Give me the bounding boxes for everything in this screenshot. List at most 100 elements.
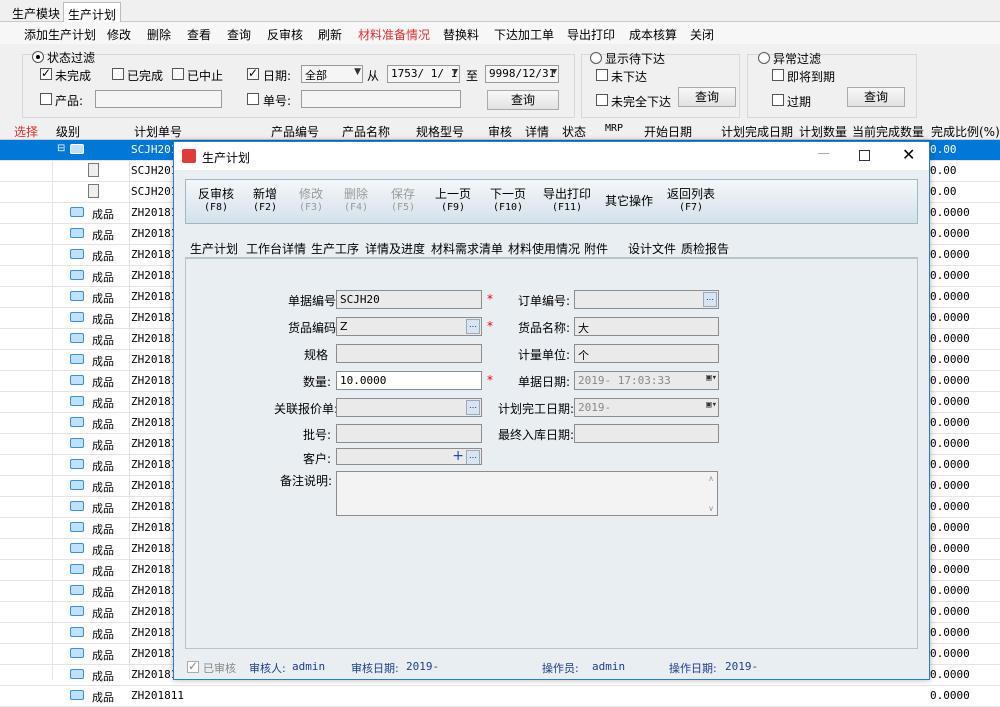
prev-page-button[interactable]: 上一页 (F9) — [435, 188, 471, 214]
spec-field[interactable] — [336, 344, 482, 363]
query-button[interactable]: 查询 — [487, 90, 559, 110]
col-product-name[interactable]: 产品名称 — [342, 123, 390, 140]
edit-button[interactable]: 修改 — [107, 26, 131, 43]
other-ops-button[interactable]: 其它操作 — [605, 195, 653, 208]
overdue-checkbox[interactable] — [772, 94, 784, 106]
goods-name-field[interactable]: 大 — [574, 317, 719, 336]
col-status[interactable]: 状态 — [562, 123, 586, 140]
refresh-button[interactable]: 刷新 — [318, 26, 342, 43]
unit-field[interactable]: 个 — [574, 344, 719, 363]
tab-production-plan[interactable]: 生产计划 — [190, 240, 238, 257]
near-due-checkbox[interactable] — [772, 69, 784, 81]
pending-query-button[interactable]: 查询 — [678, 87, 736, 107]
order-no-input[interactable] — [301, 90, 461, 108]
maximize-icon[interactable] — [859, 150, 870, 161]
tab-production-module[interactable]: 生产模块 — [8, 2, 64, 22]
remark-textarea[interactable]: ∧ ∨ — [336, 471, 718, 516]
date-to-picker[interactable]: 9998/12/31 ▼ — [485, 65, 559, 83]
col-audit[interactable]: 审核 — [488, 123, 512, 140]
date-from-picker[interactable]: 1753/ 1/ 1 ▼ — [387, 65, 460, 83]
save-f5-button[interactable]: 保存 (F5) — [391, 188, 415, 214]
order-no-field[interactable]: … — [574, 290, 719, 309]
export-print-f11-button[interactable]: 导出打印 (F11) — [543, 188, 591, 214]
view-button[interactable]: 查看 — [187, 26, 211, 43]
pending-filter-radio[interactable] — [590, 52, 602, 64]
tab-design-files[interactable]: 设计文件 — [628, 240, 676, 257]
finished-checkbox[interactable] — [112, 68, 124, 80]
material-prep-button[interactable]: 材料准备情况 — [358, 26, 430, 43]
replace-material-button[interactable]: 替换料 — [443, 26, 479, 43]
ellipsis-icon[interactable]: … — [466, 400, 480, 415]
btn-key: (F4) — [344, 202, 369, 213]
tab-material-usage[interactable]: 材料使用情况 — [508, 240, 580, 257]
batch-field[interactable] — [336, 424, 482, 443]
col-level[interactable]: 级别 — [56, 123, 80, 140]
order-no-checkbox[interactable] — [247, 93, 259, 105]
delete-f4-button[interactable]: 删除 (F4) — [344, 188, 368, 214]
export-print-button[interactable]: 导出打印 — [567, 26, 615, 43]
col-start-date[interactable]: 开始日期 — [644, 123, 692, 140]
customer-field[interactable]: +… — [336, 448, 482, 465]
scroll-down-icon[interactable]: ∨ — [708, 504, 714, 513]
edit-f3-button[interactable]: 修改 (F3) — [299, 188, 323, 214]
product-input[interactable] — [95, 90, 222, 108]
scroll-up-icon[interactable]: ∧ — [708, 474, 714, 483]
partial-issued-checkbox[interactable] — [596, 94, 608, 106]
add-icon[interactable]: + — [452, 449, 464, 464]
date-mode-select[interactable]: 全部 ▼ — [301, 65, 363, 83]
product-checkbox[interactable] — [40, 93, 52, 105]
tab-progress[interactable]: 详情及进度 — [365, 240, 425, 257]
not-issued-checkbox[interactable] — [596, 69, 608, 81]
col-current-qty[interactable]: 当前完成数量 — [852, 123, 924, 140]
tab-process[interactable]: 生产工序 — [311, 240, 359, 257]
audited-checkbox[interactable] — [187, 659, 199, 673]
status-filter-radio[interactable] — [32, 51, 44, 63]
tab-production-plan[interactable]: 生产计划 — [63, 2, 122, 22]
close-icon[interactable]: ✕ — [902, 145, 915, 164]
final-in-field[interactable] — [574, 424, 719, 443]
close-button[interactable]: 关闭 — [690, 26, 714, 43]
unaudit-f8-button[interactable]: 反审核 (F8) — [198, 188, 234, 214]
doc-date-field[interactable]: 2019- 17:03:33 ▣▾ — [574, 371, 719, 390]
doc-no-field[interactable]: SCJH20 — [336, 290, 482, 309]
minimize-icon[interactable]: — — [817, 146, 830, 161]
ellipsis-icon[interactable]: … — [466, 450, 480, 464]
unfinished-checkbox[interactable] — [40, 66, 52, 80]
col-spec[interactable]: 规格型号 — [416, 123, 464, 140]
col-product-code[interactable]: 产品编号 — [271, 123, 319, 140]
calendar-icon[interactable]: ▣▾ — [706, 373, 717, 383]
calendar-icon[interactable]: ▣▾ — [706, 400, 717, 410]
ellipsis-icon[interactable]: … — [703, 292, 717, 307]
new-f2-button[interactable]: 新增 (F2) — [253, 188, 277, 214]
abnormal-filter-radio[interactable] — [758, 52, 770, 64]
date-checkbox[interactable] — [247, 66, 259, 80]
stopped-checkbox[interactable] — [172, 68, 184, 80]
tab-material-demand[interactable]: 材料需求清单 — [431, 240, 503, 257]
search-button[interactable]: 查询 — [227, 26, 251, 43]
collapse-icon[interactable]: ⊟ — [57, 143, 65, 154]
next-page-button[interactable]: 下一页 (F10) — [490, 188, 526, 214]
issue-work-order-button[interactable]: 下达加工单 — [494, 26, 554, 43]
ellipsis-icon[interactable]: … — [466, 319, 480, 334]
unaudit-button[interactable]: 反审核 — [267, 26, 303, 43]
col-ratio[interactable]: 完成比例(%) — [931, 123, 1000, 140]
table-row[interactable]: 成品 ZH201811 0.0000 — [0, 686, 1000, 707]
tab-attachments[interactable]: 附件 — [584, 240, 608, 257]
qty-field[interactable]: 10.0000 — [336, 371, 482, 390]
col-plan-finish-date[interactable]: 计划完成日期 — [721, 123, 793, 140]
col-detail[interactable]: 详情 — [525, 123, 549, 140]
col-plan-no[interactable]: 计划单号 — [134, 123, 182, 140]
back-to-list-button[interactable]: 返回列表 (F7) — [667, 188, 715, 214]
col-mrp[interactable]: MRP — [605, 123, 623, 134]
delete-button[interactable]: 删除 — [147, 26, 171, 43]
col-select[interactable]: 选择 — [14, 123, 38, 140]
plan-done-field[interactable]: 2019- ▣▾ — [574, 398, 719, 417]
tab-qc-report[interactable]: 质检报告 — [681, 240, 729, 257]
col-plan-qty[interactable]: 计划数量 — [799, 123, 847, 140]
goods-code-field[interactable]: Z… — [336, 317, 482, 336]
abnormal-query-button[interactable]: 查询 — [847, 87, 905, 107]
cost-accounting-button[interactable]: 成本核算 — [629, 26, 677, 43]
add-plan-button[interactable]: 添加生产计划 — [24, 26, 96, 43]
tab-workbench-detail[interactable]: 工作台详情 — [246, 240, 306, 257]
quote-field[interactable]: … — [336, 398, 482, 417]
